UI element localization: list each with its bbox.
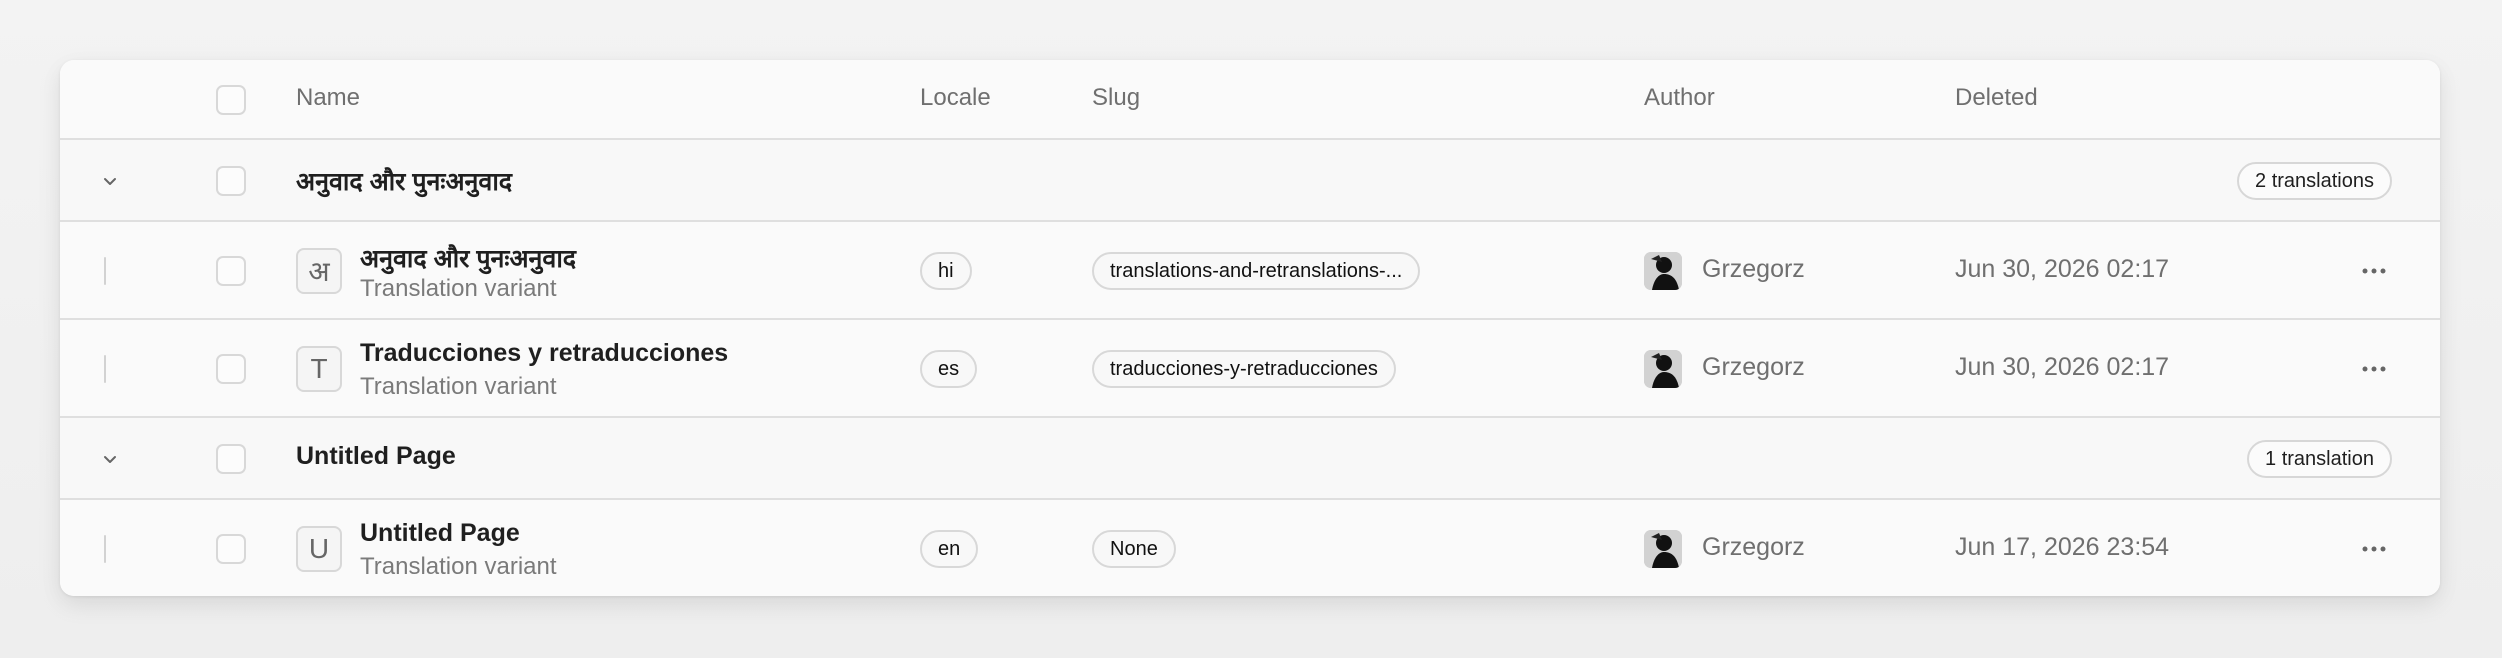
row-subtitle: Translation variant	[360, 373, 557, 400]
row-subtitle: Translation variant	[360, 553, 557, 580]
locale-badge: en	[920, 530, 979, 568]
locale-badge: hi	[920, 252, 972, 290]
deleted-translations-table: Name Locale Slug Author Deleted अनुवाद औ…	[60, 60, 2440, 596]
column-header-author[interactable]: Author	[1644, 84, 1715, 112]
tree-connector	[104, 355, 106, 383]
group-row[interactable]: Untitled Page 1 translation	[60, 418, 2440, 500]
row-checkbox[interactable]	[216, 256, 246, 286]
author-avatar	[1644, 530, 1682, 568]
group-title: Untitled Page	[296, 442, 456, 470]
group-title: अनुवाद और पुनःअनुवाद	[296, 168, 513, 196]
row-checkbox[interactable]	[216, 534, 246, 564]
deleted-date: Jun 17, 2026 23:54	[1955, 533, 2170, 561]
page-letter-icon: U	[296, 526, 342, 572]
slug-badge: translations-and-retranslations-...	[1092, 252, 1421, 290]
more-horizontal-icon[interactable]	[2356, 259, 2392, 283]
author-name: Grzegorz	[1702, 353, 1805, 381]
row-title[interactable]: Untitled Page	[360, 519, 520, 548]
group-checkbox[interactable]	[216, 444, 246, 474]
tree-connector	[104, 257, 106, 285]
deleted-date: Jun 30, 2026 02:17	[1955, 255, 2170, 283]
deleted-date: Jun 30, 2026 02:17	[1955, 353, 2170, 381]
table-row[interactable]: U Untitled Page Translation variant en N…	[60, 500, 2440, 596]
group-checkbox[interactable]	[216, 166, 246, 196]
translation-count-badge: 2 translations	[2237, 162, 2392, 200]
slug-badge: None	[1092, 530, 1176, 568]
slug-badge: traducciones-y-retraducciones	[1092, 350, 1396, 388]
page-letter-icon: अ	[296, 248, 342, 294]
column-header-name[interactable]: Name	[296, 84, 360, 112]
group-row[interactable]: अनुवाद और पुनःअनुवाद 2 translations	[60, 140, 2440, 222]
author-avatar	[1644, 252, 1682, 290]
column-header-deleted[interactable]: Deleted	[1955, 84, 2038, 112]
author-name: Grzegorz	[1702, 255, 1805, 283]
author-name: Grzegorz	[1702, 533, 1805, 561]
column-header-locale[interactable]: Locale	[920, 84, 991, 112]
tree-connector	[104, 535, 106, 563]
row-title[interactable]: अनुवाद और पुनःअनुवाद	[360, 241, 576, 275]
chevron-down-icon[interactable]	[96, 445, 124, 473]
chevron-down-icon[interactable]	[96, 167, 124, 195]
column-header-slug[interactable]: Slug	[1092, 84, 1140, 112]
table-row[interactable]: अ अनुवाद और पुनःअनुवाद Translation varia…	[60, 222, 2440, 320]
row-subtitle: Translation variant	[360, 275, 557, 302]
author-avatar	[1644, 350, 1682, 388]
more-horizontal-icon[interactable]	[2356, 537, 2392, 561]
row-title[interactable]: Traducciones y retraducciones	[360, 339, 728, 368]
table-header-row: Name Locale Slug Author Deleted	[60, 60, 2440, 140]
page: Name Locale Slug Author Deleted अनुवाद औ…	[0, 0, 2502, 658]
row-checkbox[interactable]	[216, 354, 246, 384]
translation-count-badge: 1 translation	[2247, 440, 2392, 478]
locale-badge: es	[920, 350, 978, 388]
table-row[interactable]: T Traducciones y retraducciones Translat…	[60, 320, 2440, 418]
page-letter-icon: T	[296, 346, 342, 392]
select-all-checkbox[interactable]	[216, 85, 246, 115]
more-horizontal-icon[interactable]	[2356, 357, 2392, 381]
